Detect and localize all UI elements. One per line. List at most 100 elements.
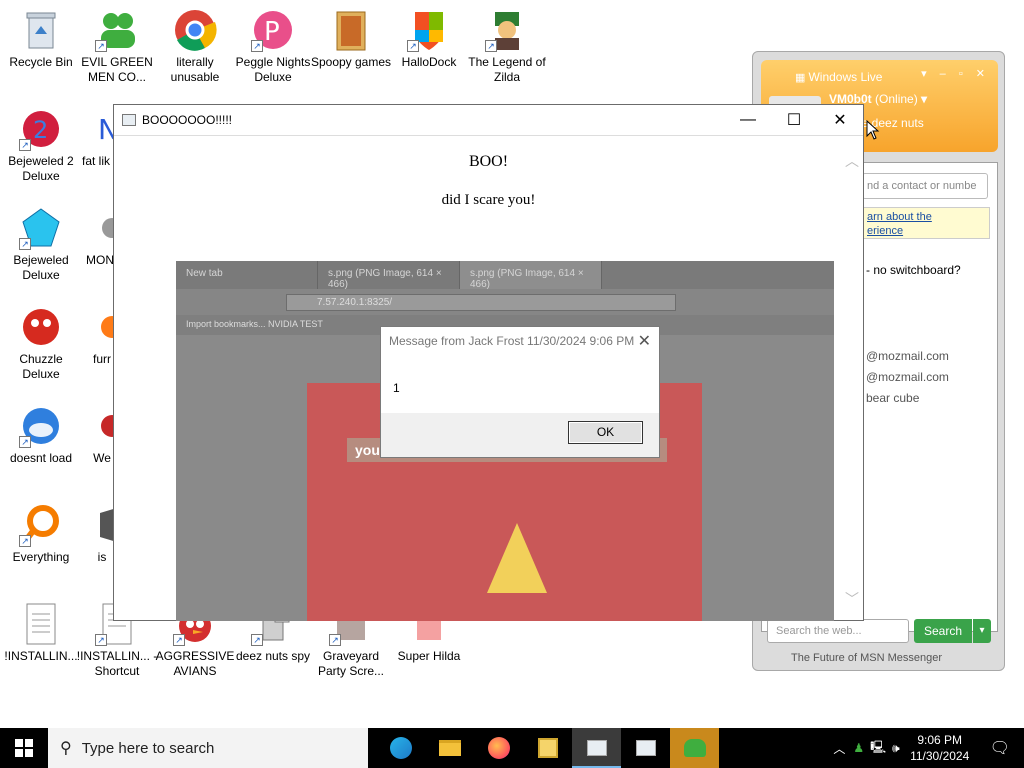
shortcut-arrow-icon: ↗ (19, 139, 31, 151)
browser-url: 7.57.240.1:8325/ (286, 294, 676, 311)
message-body: 1 (393, 381, 400, 395)
desktop-icon-bejeweled-2[interactable]: 2 ↗ Bejeweled 2 Deluxe (0, 107, 82, 184)
recycle-bin-icon (19, 8, 63, 52)
desktop-icon-label: !INSTALLIN... - Shortcut (76, 649, 158, 678)
taskbar-search-box[interactable]: ⚲ Type here to search (48, 728, 368, 768)
message-box-titlebar[interactable]: Message from Jack Frost 11/30/2024 9:06 … (381, 327, 659, 355)
desktop-icon-evil-green-men[interactable]: ↗ EVIL GREEN MEN CO... (76, 8, 158, 85)
shortcut-arrow-icon: ↗ (173, 634, 185, 646)
taskbar-edge[interactable] (376, 728, 425, 768)
taskbar-file-explorer[interactable] (425, 728, 474, 768)
firefox-icon (487, 737, 510, 759)
scrollbar-down-arrow[interactable]: ﹀ (845, 589, 859, 609)
desktop-icon-everything[interactable]: ↗ Everything (0, 503, 82, 565)
taskbar-app-window-1[interactable] (572, 728, 621, 768)
minimize-button[interactable]: — (725, 105, 771, 136)
desktop-icon-label: The Legend of Zilda (468, 55, 546, 84)
taskbar-msn[interactable] (670, 728, 719, 768)
mouse-cursor-icon (866, 119, 880, 145)
desktop-icon-label: doesnt load (9, 451, 73, 465)
boo-titlebar[interactable]: BOOOOOOO!!!!! — ☐ ✕ (114, 105, 863, 136)
bejeweled-2-icon: 2 ↗ (19, 107, 63, 151)
desktop-icon-doesnt-load[interactable]: ↗ doesnt load (0, 404, 82, 466)
browser-tab: s.png (PNG Image, 614 × 466) (318, 261, 460, 290)
search-dropdown-button[interactable]: ▾ (973, 619, 991, 643)
start-button[interactable] (0, 728, 48, 768)
windows-start-icon (15, 739, 33, 757)
desktop-icon-hallodock[interactable]: ↗ HalloDock (388, 8, 470, 70)
taskbar-search-placeholder: Type here to search (81, 739, 215, 757)
lightning-icon (487, 523, 547, 593)
green-men-icon: ↗ (95, 8, 139, 52)
desktop-icon-label: deez nuts spy (235, 649, 311, 663)
svg-text:2: 2 (33, 116, 48, 144)
desktop-icon-fat-lik[interactable]: N fat lik (76, 107, 119, 169)
folder-icon (438, 740, 461, 756)
ok-button[interactable]: OK (568, 421, 643, 444)
message-box-title: Message from Jack Frost 11/30/2024 9:06 … (389, 334, 635, 348)
contact-item[interactable]: @mozmail.com (866, 370, 949, 384)
desktop-icon-legend-of-zilda[interactable]: ↗ The Legend of Zilda (466, 8, 548, 85)
notification-icon[interactable]: 🗨 (990, 738, 1010, 758)
volume-icon[interactable]: 🕪 (892, 741, 900, 756)
desktop-icon-label: Recycle Bin (9, 55, 73, 69)
folder-icon (329, 8, 373, 52)
thunderbird-icon: ↗ (19, 404, 63, 448)
boo-heading: BOO! (468, 153, 509, 170)
message-close-icon[interactable]: ✕ (638, 331, 651, 351)
clock-time: 9:06 PM (917, 733, 963, 747)
desktop-icon-label: AGGRESSIVE AVIANS (155, 649, 235, 678)
desktop-icon-recycle-bin[interactable]: Recycle Bin (0, 8, 82, 70)
disk-icon (537, 738, 558, 758)
chrome-icon (173, 8, 217, 52)
desktop-icon-literally-unusable[interactable]: literally unusable (154, 8, 236, 85)
shortcut-arrow-icon: ↗ (19, 238, 31, 250)
shortcut-arrow-icon: ↗ (95, 634, 107, 646)
web-search-input[interactable]: Search the web... (767, 619, 909, 643)
scrollbar-up-arrow[interactable]: ︿ (845, 151, 859, 171)
browser-toolbar: 7.57.240.1:8325/ (176, 289, 834, 315)
taskbar-app-disk[interactable] (523, 728, 572, 768)
desktop-icon-label: Everything (12, 550, 70, 564)
msn-buddy-icon (683, 739, 706, 757)
browser-tab: s.png (PNG Image, 614 × 466) (460, 261, 602, 290)
desktop-icon-installer[interactable]: !INSTALLIN... (0, 602, 82, 664)
web-search-button[interactable]: Search (914, 619, 972, 643)
shortcut-arrow-icon: ↗ (19, 535, 31, 547)
maximize-button[interactable]: ☐ (771, 105, 817, 136)
svg-text:P: P (264, 17, 280, 47)
chuzzle-icon (19, 305, 63, 349)
contact-item[interactable]: bear cube (866, 391, 919, 405)
contact-item[interactable]: @mozmail.com (866, 349, 949, 363)
boo-subtext: did I scare you! (441, 192, 536, 208)
browser-tabstrip: New tab s.png (PNG Image, 614 × 466) s.p… (176, 261, 834, 290)
network-icon[interactable]: 🖳 (870, 738, 886, 759)
window-title: BOOOOOOO!!!!! (142, 113, 233, 127)
desktop-icon-peggle[interactable]: P ↗ Peggle Nights Deluxe (232, 8, 314, 85)
window-app-icon (586, 740, 607, 756)
desktop-icon-label: fat lik (81, 154, 110, 168)
zilda-icon: ↗ (485, 8, 529, 52)
desktop-icon-bejeweled[interactable]: ↗ Bejeweled Deluxe (0, 206, 82, 283)
windows-logo-icon: ▦ (795, 72, 809, 84)
taskbar-app-window-2[interactable] (621, 728, 670, 768)
bejeweled-icon: ↗ (19, 206, 63, 250)
taskbar-firefox[interactable] (474, 728, 523, 768)
desktop-icon-label: !INSTALLIN... (4, 649, 78, 663)
msn-tray-icon[interactable]: ♟ (853, 741, 864, 755)
desktop-icon-label: Chuzzle Deluxe (19, 352, 63, 381)
tray-expand-icon[interactable]: ︿ (833, 740, 845, 757)
msn-window-controls[interactable]: ▾ – ▫ ✕ (921, 67, 990, 80)
close-button[interactable]: ✕ (817, 105, 863, 136)
msn-footer: The Future of MSN Messenger (791, 652, 943, 664)
windows-shield-icon: ↗ (407, 8, 451, 52)
desktop-icon-chuzzle[interactable]: Chuzzle Deluxe (0, 305, 82, 382)
desktop-icon-spoopy-games[interactable]: Spoopy games (310, 8, 392, 70)
contact-search-input[interactable]: nd a contact or numbe (862, 173, 988, 199)
clock[interactable]: 9:06 PM 11/30/2024 (904, 732, 976, 764)
window-app-icon (635, 740, 656, 756)
learn-banner[interactable]: arn about the erience (862, 207, 990, 239)
desktop-icon-label: Peggle Nights Deluxe (235, 55, 311, 84)
desktop-icon-label: HalloDock (401, 55, 457, 69)
window-app-icon (122, 114, 136, 126)
